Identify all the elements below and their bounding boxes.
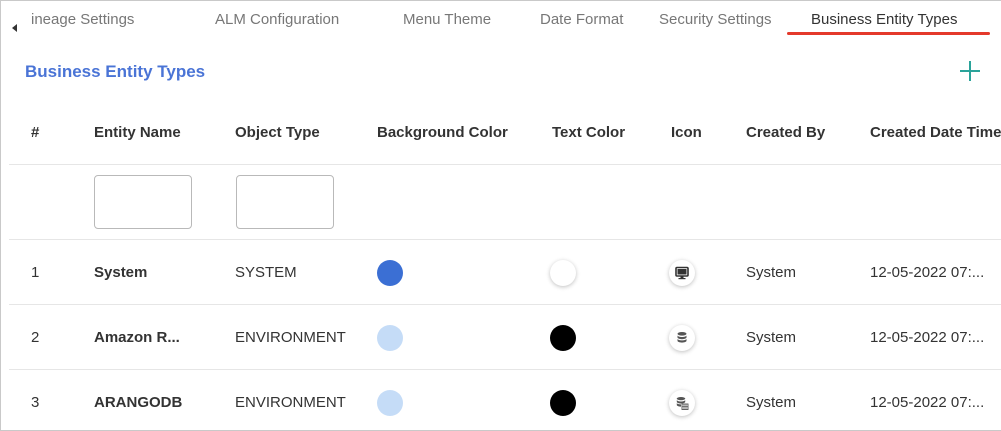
add-entity-type-button[interactable]	[957, 58, 983, 84]
column-header-created-date-time[interactable]: Created Date Time	[870, 124, 1001, 141]
created-by-cell: System	[746, 394, 797, 411]
table-row[interactable]: 2 Amazon R... ENVIRONMENT System 12-05-2…	[9, 305, 1001, 370]
entity-name-cell[interactable]: Amazon R...	[94, 329, 180, 346]
created-date-cell: 12-05-2022 07:...	[870, 264, 985, 281]
table-row[interactable]: 3 ARANGODB ENVIRONMENT System 12-05-2022…	[9, 370, 1001, 430]
tab-alm-configuration[interactable]: ALM Configuration	[215, 11, 339, 28]
table-row[interactable]: 1 System SYSTEM System 12-05-2022 07:...	[9, 240, 1001, 305]
background-color-swatch	[377, 390, 403, 416]
settings-tab-bar: ineage Settings ALM Configuration Menu T…	[1, 1, 1001, 39]
tab-security-settings[interactable]: Security Settings	[659, 11, 772, 28]
entity-name-cell[interactable]: ARANGODB	[94, 394, 182, 411]
section-title: Business Entity Types	[25, 62, 206, 81]
object-type-filter-input[interactable]	[236, 175, 334, 229]
created-date-cell: 12-05-2022 07:...	[870, 329, 985, 346]
column-header-background-color[interactable]: Background Color	[377, 124, 508, 141]
column-header-icon[interactable]: Icon	[671, 124, 702, 141]
column-header-text-color[interactable]: Text Color	[552, 124, 625, 141]
background-color-swatch	[377, 260, 403, 286]
object-type-cell: ENVIRONMENT	[235, 329, 346, 346]
column-header-object-type[interactable]: Object Type	[235, 124, 320, 141]
created-by-cell: System	[746, 264, 797, 281]
tab-business-entity-types[interactable]: Business Entity Types	[811, 11, 957, 28]
database-icon	[669, 325, 695, 351]
tab-scroll-left-icon[interactable]	[12, 24, 17, 32]
tab-menu-theme[interactable]: Menu Theme	[403, 11, 491, 28]
column-header-number[interactable]: #	[31, 124, 39, 141]
entity-name-cell[interactable]: System	[94, 264, 147, 281]
row-number: 3	[31, 394, 40, 411]
active-tab-indicator	[787, 32, 990, 35]
object-type-cell: ENVIRONMENT	[235, 394, 346, 411]
created-date-cell: 12-05-2022 07:...	[870, 394, 985, 411]
grid-filter-row	[9, 165, 1001, 240]
entity-name-filter-input[interactable]	[94, 175, 192, 229]
grid-header-row: # Entity Name Object Type Background Col…	[9, 99, 1001, 165]
tab-date-format[interactable]: Date Format	[540, 11, 623, 28]
tab-lineage-settings[interactable]: ineage Settings	[31, 11, 134, 28]
column-header-created-by[interactable]: Created By	[746, 124, 825, 141]
text-color-swatch	[550, 390, 576, 416]
object-type-cell: SYSTEM	[235, 264, 297, 281]
row-number: 1	[31, 264, 40, 281]
background-color-swatch	[377, 325, 403, 351]
row-number: 2	[31, 329, 40, 346]
text-color-swatch	[550, 260, 576, 286]
created-by-cell: System	[746, 329, 797, 346]
database-grid-icon	[669, 390, 695, 416]
column-header-entity-name[interactable]: Entity Name	[94, 124, 181, 141]
text-color-swatch	[550, 325, 576, 351]
monitor-icon	[669, 260, 695, 286]
business-entity-types-panel: ineage Settings ALM Configuration Menu T…	[0, 0, 1001, 431]
